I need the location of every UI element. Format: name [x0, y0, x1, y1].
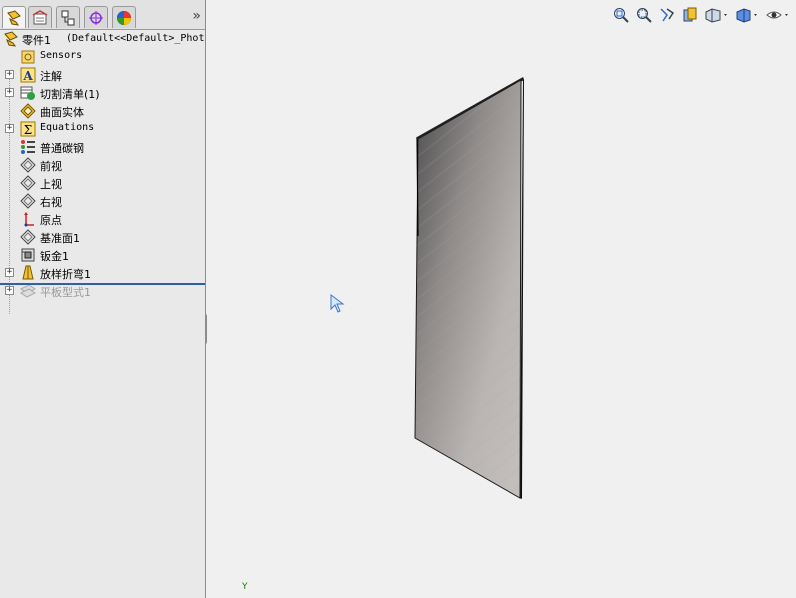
svg-text:A: A	[22, 69, 33, 83]
tree-item-label: 普通碳钢	[40, 142, 84, 155]
tree-item-material[interactable]: 普通碳钢	[0, 138, 205, 156]
feature-tree-tab[interactable]	[2, 6, 26, 28]
rollback-bar[interactable]	[0, 283, 205, 285]
tree-item-label: 原点	[40, 214, 62, 227]
lofted-bend-icon	[20, 265, 36, 281]
configuration-manager-tab[interactable]	[56, 6, 80, 28]
plane-icon	[20, 229, 36, 245]
mouse-cursor-icon	[330, 294, 345, 313]
tree-item-plane1[interactable]: 基准面1	[0, 228, 205, 246]
reference-triad-label: Y	[242, 582, 248, 592]
tree-item-equations[interactable]: + Σ Equations	[0, 120, 205, 138]
tree-item-label: 前视	[40, 160, 62, 173]
sheet-metal-icon	[20, 247, 36, 263]
equations-icon: Σ	[20, 121, 36, 137]
part-face-shading	[415, 80, 521, 498]
tree-item-label: 右视	[40, 196, 62, 209]
part-icon	[3, 31, 19, 47]
tree-item-cut-list[interactable]: + 切割清单(1)	[0, 84, 205, 102]
sensors-icon	[20, 49, 36, 65]
tree-item-label: Sensors	[40, 50, 83, 61]
tree-item-label: 基准面1	[40, 232, 80, 245]
part-configuration: (Default<<Default>_Phot	[66, 33, 205, 44]
property-manager-tab[interactable]	[28, 6, 52, 28]
part-model[interactable]	[207, 0, 796, 598]
plane-icon	[20, 157, 36, 173]
tree-item-sensors[interactable]: Sensors	[0, 48, 205, 66]
tree-item-annotations[interactable]: + A 注解	[0, 66, 205, 84]
graphics-area[interactable]: Y	[207, 0, 796, 598]
cut-list-icon	[20, 85, 36, 101]
origin-icon	[20, 211, 36, 227]
part-name: 零件1	[22, 34, 51, 47]
tree-item-front-plane[interactable]: 前视	[0, 156, 205, 174]
tree-item-label: 上视	[40, 178, 62, 191]
material-icon	[20, 139, 36, 155]
tree-item-label: 放样折弯1	[40, 268, 91, 281]
expand-toggle[interactable]: +	[5, 286, 14, 295]
expand-toggle[interactable]: +	[5, 70, 14, 79]
feature-tree-icon	[7, 9, 21, 26]
plane-icon	[20, 175, 36, 191]
tree-item-label: 平板型式1	[40, 286, 91, 299]
tree-item-label: 切割清单(1)	[40, 88, 100, 101]
flat-pattern-icon	[20, 283, 36, 299]
feature-manager-pane: » 零件1 (Default<<Default>_Phot Sensors +	[0, 0, 206, 598]
display-manager-tab[interactable]	[112, 6, 136, 28]
expand-toggle[interactable]: +	[5, 88, 14, 97]
expand-toggle[interactable]: +	[5, 268, 14, 277]
svg-text:Σ: Σ	[24, 123, 32, 137]
tree-item-sheet-metal[interactable]: 钣金1	[0, 246, 205, 264]
configuration-manager-icon	[61, 10, 75, 25]
tree-item-label: 钣金1	[40, 250, 69, 263]
tree-item-surface-bodies[interactable]: 曲面实体	[0, 102, 205, 120]
feature-tree: 零件1 (Default<<Default>_Phot Sensors + A …	[0, 30, 205, 314]
plane-icon	[20, 193, 36, 209]
feature-manager-tabs: »	[0, 0, 205, 30]
tree-item-label: 曲面实体	[40, 106, 84, 119]
tree-item-top-plane[interactable]: 上视	[0, 174, 205, 192]
dimxpert-tab[interactable]	[84, 6, 108, 28]
expand-toggle[interactable]: +	[5, 124, 14, 133]
tree-item-origin[interactable]: 原点	[0, 210, 205, 228]
tree-item-lofted-bend[interactable]: + 放样折弯1	[0, 264, 205, 282]
tree-item-label: Equations	[40, 122, 95, 133]
tree-item-label: 注解	[40, 70, 62, 83]
surface-bodies-icon	[20, 103, 36, 119]
annotations-icon: A	[20, 67, 36, 83]
tree-root-part[interactable]: 零件1 (Default<<Default>_Phot	[0, 30, 205, 48]
more-tabs-button[interactable]: »	[192, 8, 201, 24]
appearance-icon	[117, 10, 131, 25]
crosshair-icon	[89, 10, 103, 25]
property-manager-icon	[32, 9, 48, 24]
tree-item-right-plane[interactable]: 右视	[0, 192, 205, 210]
